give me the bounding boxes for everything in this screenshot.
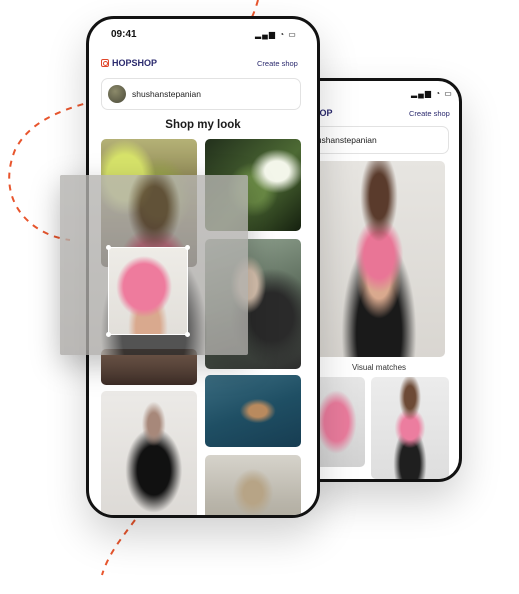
avatar <box>108 85 126 103</box>
brand-logo[interactable]: HOPSHOP <box>101 58 157 68</box>
username-label: hushanstepanian <box>312 135 377 145</box>
image-crop-overlay[interactable] <box>60 175 248 355</box>
visual-match-item[interactable] <box>371 377 449 479</box>
status-icons: ▂▄▆ ◔ ▭ <box>255 30 297 39</box>
status-time: 09:41 <box>111 29 137 40</box>
selected-look-photo[interactable] <box>313 161 445 357</box>
crop-handle-top-right[interactable] <box>185 245 190 250</box>
look-photo-pool[interactable] <box>205 375 301 447</box>
look-photo-mirror[interactable] <box>205 455 301 515</box>
section-title: Shop my look <box>165 119 241 131</box>
visual-match-item[interactable] <box>313 377 365 467</box>
look-photo-black-dress[interactable] <box>101 391 197 515</box>
create-shop-link[interactable]: Create shop <box>409 109 450 118</box>
crop-handle-top-left[interactable] <box>106 245 111 250</box>
hopshop-logo-icon <box>101 59 109 67</box>
crop-handle-bottom-right[interactable] <box>185 332 190 337</box>
back-phone-frame: ▂▄▆ ◔ ▭ HOP Create shop hushanstepanian … <box>296 78 462 482</box>
crop-handle-bottom-left[interactable] <box>106 332 111 337</box>
user-profile-box[interactable]: hushanstepanian <box>307 126 449 154</box>
visual-matches-label: Visual matches <box>351 363 407 372</box>
brand-name: HOPSHOP <box>112 58 158 68</box>
crop-selection-box[interactable] <box>106 245 190 337</box>
status-icons: ▂▄▆ ◔ ▭ <box>411 89 453 98</box>
username-label: shushanstepanian <box>132 89 202 99</box>
user-profile-box[interactable]: shushanstepanian <box>101 78 301 110</box>
create-shop-link[interactable]: Create shop <box>257 59 298 68</box>
